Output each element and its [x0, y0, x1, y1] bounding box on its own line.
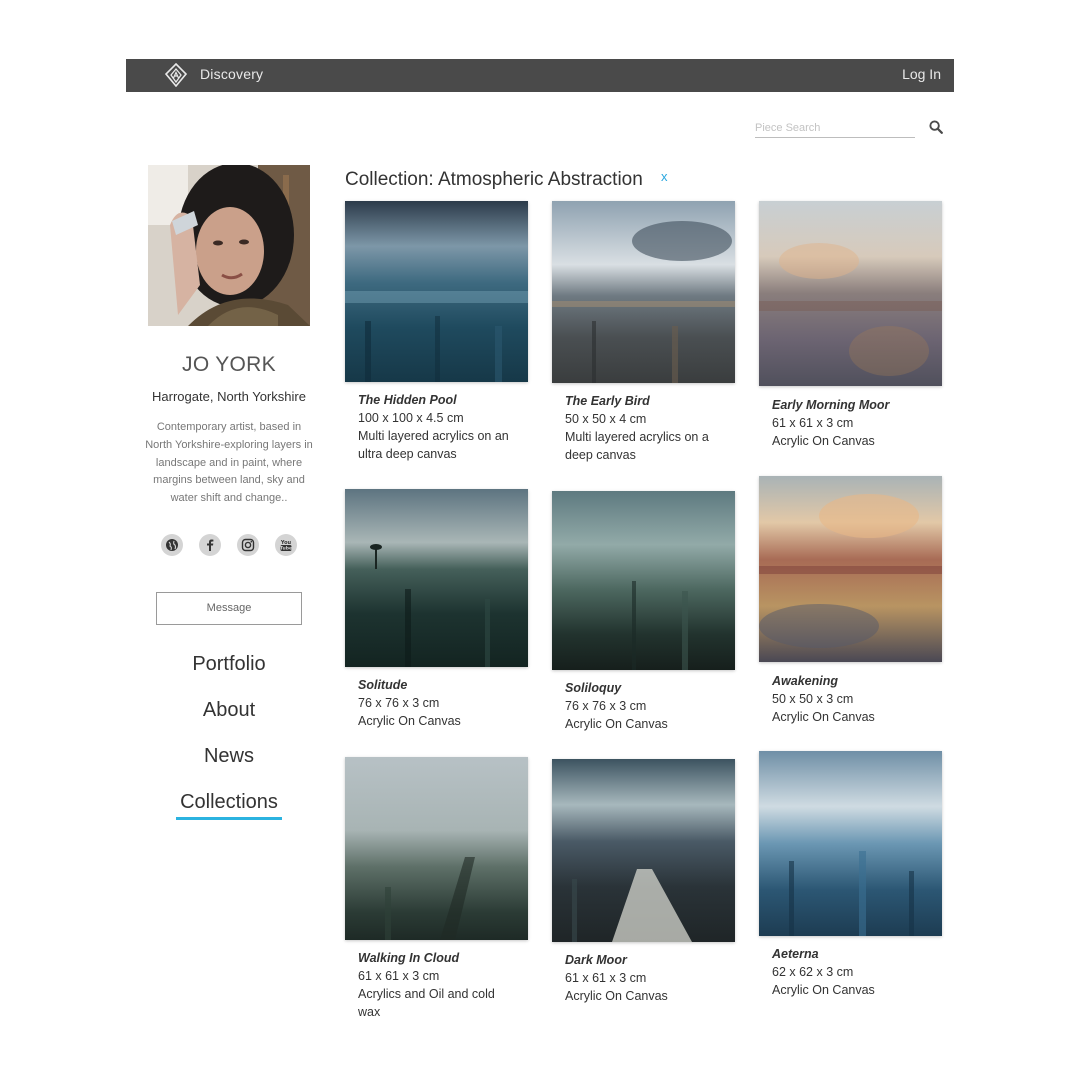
artwork-size: 100 x 100 x 4.5 cm	[358, 411, 464, 425]
artwork-medium: Multi layered acrylics on a	[565, 430, 709, 444]
artwork-size: 50 x 50 x 4 cm	[565, 412, 647, 426]
artwork-medium: Acrylic On Canvas	[565, 717, 668, 731]
nav-portfolio[interactable]: Portfolio	[128, 653, 330, 676]
artist-location: Harrogate, North Yorkshire	[152, 389, 306, 404]
collection-title: Collection: Atmospheric Abstraction	[345, 169, 643, 190]
artwork-title[interactable]: Early Morning Moor	[772, 396, 937, 414]
nav-news[interactable]: News	[128, 745, 330, 768]
artwork-image[interactable]	[552, 491, 735, 670]
svg-text:Tube: Tube	[280, 546, 292, 552]
artwork-image[interactable]	[759, 201, 942, 386]
search-icon[interactable]	[929, 120, 943, 134]
instagram-icon[interactable]	[237, 534, 259, 556]
avatar	[148, 165, 310, 326]
artwork-title[interactable]: Awakening	[772, 672, 937, 690]
search-input[interactable]	[755, 119, 915, 138]
artwork-title[interactable]: Soliloquy	[565, 679, 730, 697]
login-link[interactable]: Log In	[902, 66, 941, 82]
globe-icon[interactable]	[161, 534, 183, 556]
artist-name: JO YORK	[182, 353, 276, 376]
app-title[interactable]: Discovery	[200, 66, 263, 82]
artwork-title[interactable]: Dark Moor	[565, 951, 730, 969]
artwork-medium: Acrylic On Canvas	[772, 710, 875, 724]
artist-sidebar: JO YORK Harrogate, North Yorkshire Conte…	[145, 165, 313, 865]
artwork-title[interactable]: Aeterna	[772, 945, 937, 963]
nav-about[interactable]: About	[128, 699, 330, 722]
artwork-image[interactable]	[759, 751, 942, 936]
artwork-title[interactable]: The Early Bird	[565, 392, 730, 410]
artwork-medium: deep canvas	[565, 448, 636, 462]
artwork-title[interactable]: Solitude	[358, 676, 523, 694]
artwork-image[interactable]	[345, 757, 528, 940]
artwork-title[interactable]: Walking In Cloud	[358, 949, 523, 967]
artwork-size: 61 x 61 x 3 cm	[565, 971, 647, 985]
artwork-medium: Acrylic On Canvas	[772, 983, 875, 997]
clear-collection-button[interactable]: x	[661, 169, 668, 184]
artwork-size: 76 x 76 x 3 cm	[358, 696, 440, 710]
artwork-medium: Acrylic On Canvas	[565, 989, 668, 1003]
artwork-size: 76 x 76 x 3 cm	[565, 699, 647, 713]
artwork-title[interactable]: The Hidden Pool	[358, 391, 523, 409]
artwork-medium: wax	[358, 1005, 381, 1019]
artwork-medium: Acrylic On Canvas	[358, 714, 461, 728]
artwork-image[interactable]	[552, 201, 735, 383]
artwork-image[interactable]	[552, 759, 735, 942]
nav-collections[interactable]: Collections	[128, 791, 330, 814]
artwork-image[interactable]	[759, 476, 942, 662]
artwork-size: 50 x 50 x 3 cm	[772, 692, 854, 706]
artwork-medium: Multi layered acrylics on an	[358, 429, 509, 443]
artist-bio: Contemporary artist, based in North York…	[145, 421, 313, 505]
youtube-icon[interactable]: You Tube	[275, 534, 297, 556]
facebook-icon[interactable]	[199, 534, 221, 556]
artwork-medium: ultra deep canvas	[358, 447, 457, 461]
logo-icon[interactable]	[164, 62, 188, 88]
artwork-medium: Acrylic On Canvas	[772, 434, 875, 448]
artwork-size: 61 x 61 x 3 cm	[772, 416, 854, 430]
artwork-image[interactable]	[345, 201, 528, 382]
top-bar: Discovery Log In	[126, 59, 954, 92]
message-button[interactable]: Message	[156, 592, 302, 625]
artwork-medium: Acrylics and Oil and cold	[358, 987, 495, 1001]
artwork-size: 61 x 61 x 3 cm	[358, 969, 440, 983]
active-nav-underline	[176, 817, 282, 820]
artwork-size: 62 x 62 x 3 cm	[772, 965, 854, 979]
artwork-image[interactable]	[345, 489, 528, 667]
